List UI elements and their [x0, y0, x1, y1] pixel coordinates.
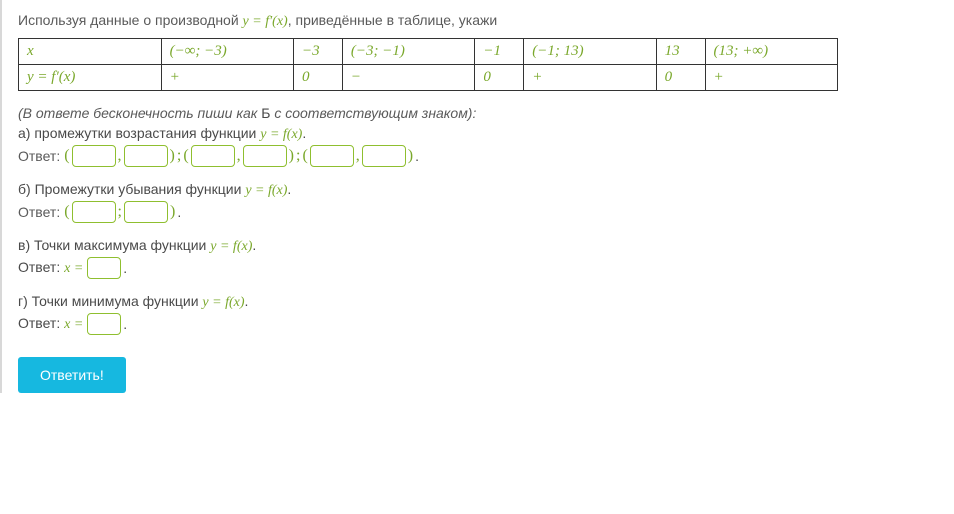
paren-open: ( [183, 147, 188, 165]
hint-suffix: с соответствующим знаком): [270, 105, 476, 121]
hint-text: (В ответе бесконечность пиши как Б с соо… [18, 105, 938, 121]
answer-label: Ответ: [18, 148, 60, 164]
cell-point: −3 [294, 39, 343, 65]
fx-math: y = f(x) [210, 239, 252, 254]
period: . [123, 316, 127, 332]
answer-label: Ответ: [18, 204, 60, 220]
part-d-answer: Ответ: x = . [18, 313, 938, 335]
paren-close: ) [170, 203, 175, 221]
part-a-text: а) промежутки возрастания функции y = f(… [18, 125, 938, 143]
period: . [415, 148, 419, 164]
input-a1-from[interactable] [72, 145, 116, 167]
cell-sign: + [705, 65, 837, 91]
comma: , [118, 147, 122, 165]
comma: , [356, 147, 360, 165]
input-a3-from[interactable] [310, 145, 354, 167]
cell-interval: (−∞; −3) [161, 39, 293, 65]
intro-math: y = f′(x) [243, 14, 288, 29]
part-d-prefix: г) Точки минимума функции [18, 293, 202, 309]
input-a2-to[interactable] [243, 145, 287, 167]
cell-sign: 0 [294, 65, 343, 91]
part-c-answer: Ответ: x = . [18, 257, 938, 279]
paren-open: ( [64, 147, 69, 165]
cell-sign: 0 [475, 65, 524, 91]
submit-button[interactable]: Ответить! [18, 357, 126, 393]
cell-sign: 0 [656, 65, 705, 91]
intro-suffix: , приведённые в таблице, укажи [288, 12, 497, 28]
cell-y-label: y = f′(x) [19, 65, 162, 91]
input-c[interactable] [87, 257, 121, 279]
semicolon: ; [177, 147, 181, 165]
part-b-text: б) Промежутки убывания функции y = f(x). [18, 181, 938, 199]
hint-prefix: (В ответе бесконечность пиши как [18, 105, 261, 121]
fx-math: y = f(x) [245, 183, 287, 198]
paren-close: ) [170, 147, 175, 165]
table-row: y = f′(x) + 0 − 0 + 0 + [19, 65, 838, 91]
input-b-to[interactable] [124, 201, 168, 223]
cell-sign: + [524, 65, 656, 91]
answer-x-eq: Ответ: x = [18, 259, 83, 277]
cell-point: −1 [475, 39, 524, 65]
part-b-answer: Ответ: ( ; ). [18, 201, 938, 223]
cell-sign: + [161, 65, 293, 91]
paren-open: ( [302, 147, 307, 165]
answer-x-eq: Ответ: x = [18, 315, 83, 333]
cell-sign: − [342, 65, 474, 91]
part-d-text: г) Точки минимума функции y = f(x). [18, 293, 938, 311]
input-a2-from[interactable] [191, 145, 235, 167]
semicolon-sep: ; [118, 203, 122, 221]
input-a3-to[interactable] [362, 145, 406, 167]
cell-interval: (−3; −1) [342, 39, 474, 65]
part-a-prefix: а) промежутки возрастания функции [18, 125, 260, 141]
cell-point: 13 [656, 39, 705, 65]
input-b-from[interactable] [72, 201, 116, 223]
cell-x-label: x [19, 39, 162, 65]
part-c-prefix: в) Точки максимума функции [18, 237, 210, 253]
paren-open: ( [64, 203, 69, 221]
cell-interval: (−1; 13) [524, 39, 656, 65]
table-row: x (−∞; −3) −3 (−3; −1) −1 (−1; 13) 13 (1… [19, 39, 838, 65]
fx-math: y = f(x) [202, 295, 244, 310]
part-b-prefix: б) Промежутки убывания функции [18, 181, 245, 197]
cell-interval: (13; +∞) [705, 39, 837, 65]
semicolon: ; [296, 147, 300, 165]
fx-math: y = f(x) [260, 127, 302, 142]
period: . [123, 260, 127, 276]
input-a1-to[interactable] [124, 145, 168, 167]
comma: , [237, 147, 241, 165]
part-c-text: в) Точки максимума функции y = f(x). [18, 237, 938, 255]
paren-close: ) [289, 147, 294, 165]
intro-prefix: Используя данные о производной [18, 12, 243, 28]
paren-close: ) [408, 147, 413, 165]
period: . [177, 204, 181, 220]
part-a-answer: Ответ: ( , ); ( , ); ( , ). [18, 145, 938, 167]
input-d[interactable] [87, 313, 121, 335]
intro-text: Используя данные о производной y = f′(x)… [18, 12, 938, 30]
derivative-table: x (−∞; −3) −3 (−3; −1) −1 (−1; 13) 13 (1… [18, 38, 838, 91]
